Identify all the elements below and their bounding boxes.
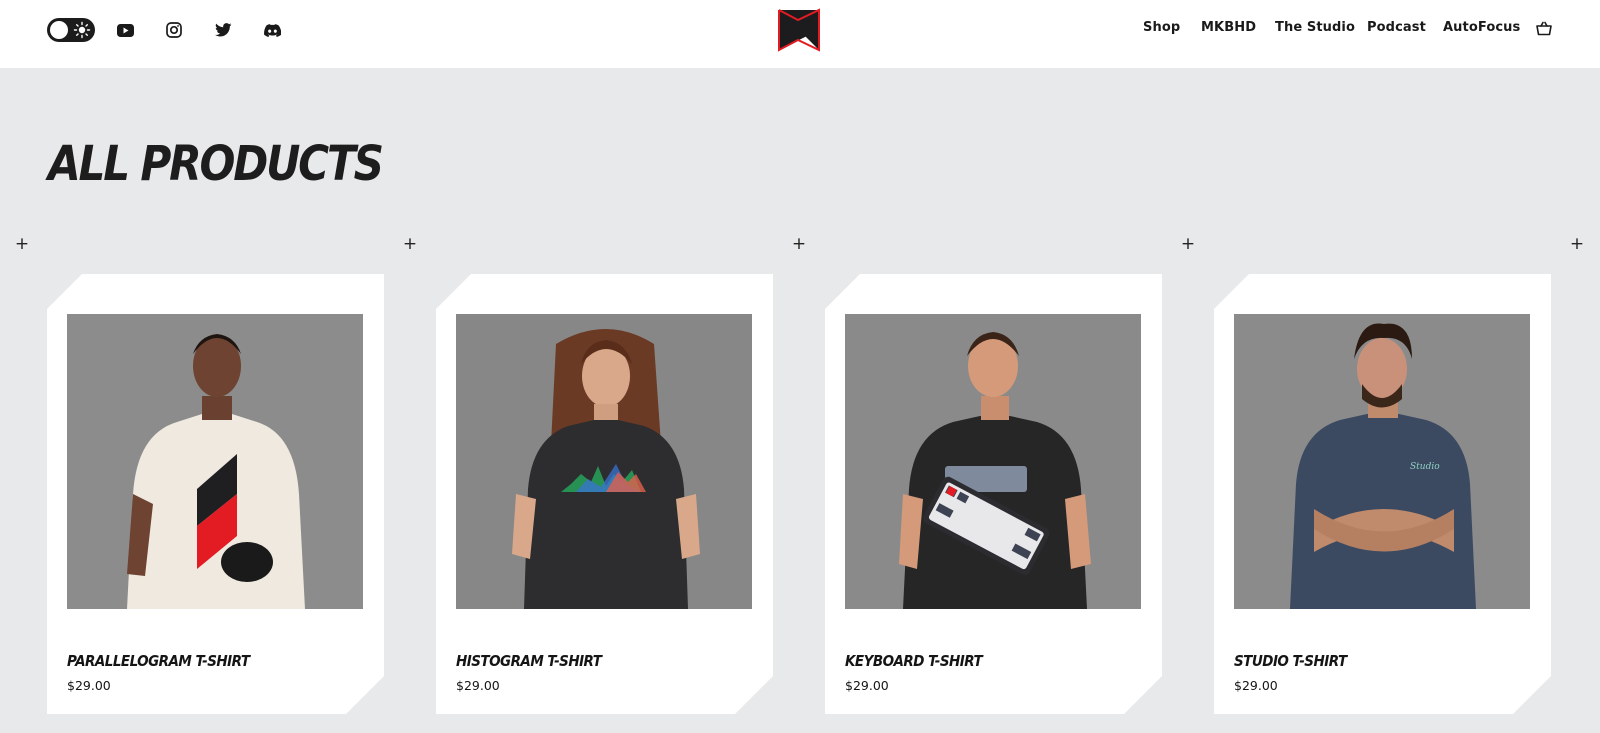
product-price: $29.00 (1234, 678, 1278, 693)
product-name: HISTOGRAM T-SHIRT (456, 652, 602, 670)
svg-text:Studio: Studio (1410, 462, 1440, 472)
product-card-histogram[interactable]: HISTOGRAM T-SHIRT $29.00 (436, 274, 773, 714)
site-header: Shop MKBHD The Studio Podcast AutoFocus (0, 0, 1600, 68)
twitter-icon[interactable] (211, 18, 235, 42)
nav-autofocus[interactable]: AutoFocus (1443, 20, 1520, 40)
product-price: $29.00 (67, 678, 111, 693)
product-image: Studio (1234, 314, 1530, 609)
grid-plus-marker: + (14, 234, 30, 254)
product-image (67, 314, 363, 609)
nav-mkbhd[interactable]: MKBHD (1201, 20, 1256, 40)
youtube-icon[interactable] (113, 18, 137, 42)
grid-plus-marker: + (791, 234, 807, 254)
product-price: $29.00 (845, 678, 889, 693)
product-card-parallelogram[interactable]: PARALLELOGRAM T-SHIRT $29.00 (47, 274, 384, 714)
mkbhd-logo[interactable] (777, 8, 821, 52)
product-image (845, 314, 1141, 609)
product-name: KEYBOARD T-SHIRT (845, 652, 983, 670)
page-title: ALL PRODUCTS (48, 136, 384, 192)
instagram-icon[interactable] (162, 18, 186, 42)
grid-plus-marker: + (1180, 234, 1196, 254)
nav-the-studio[interactable]: The Studio (1275, 20, 1355, 40)
grid-plus-marker: + (402, 234, 418, 254)
discord-icon[interactable] (260, 18, 284, 42)
sun-icon (73, 21, 91, 39)
product-image (456, 314, 752, 609)
grid-plus-marker: + (1569, 234, 1585, 254)
toggle-knob (50, 21, 68, 39)
product-name: STUDIO T-SHIRT (1234, 652, 1347, 670)
product-card-studio[interactable]: Studio STUDIO T-SHIRT $29.00 (1214, 274, 1551, 714)
product-card-keyboard[interactable]: KEYBOARD T-SHIRT $29.00 (825, 274, 1162, 714)
cart-icon[interactable] (1535, 20, 1553, 38)
product-name: PARALLELOGRAM T-SHIRT (67, 652, 250, 670)
nav-podcast[interactable]: Podcast (1367, 20, 1426, 40)
product-price: $29.00 (456, 678, 500, 693)
nav-shop[interactable]: Shop (1143, 20, 1180, 40)
theme-toggle[interactable] (47, 18, 95, 42)
